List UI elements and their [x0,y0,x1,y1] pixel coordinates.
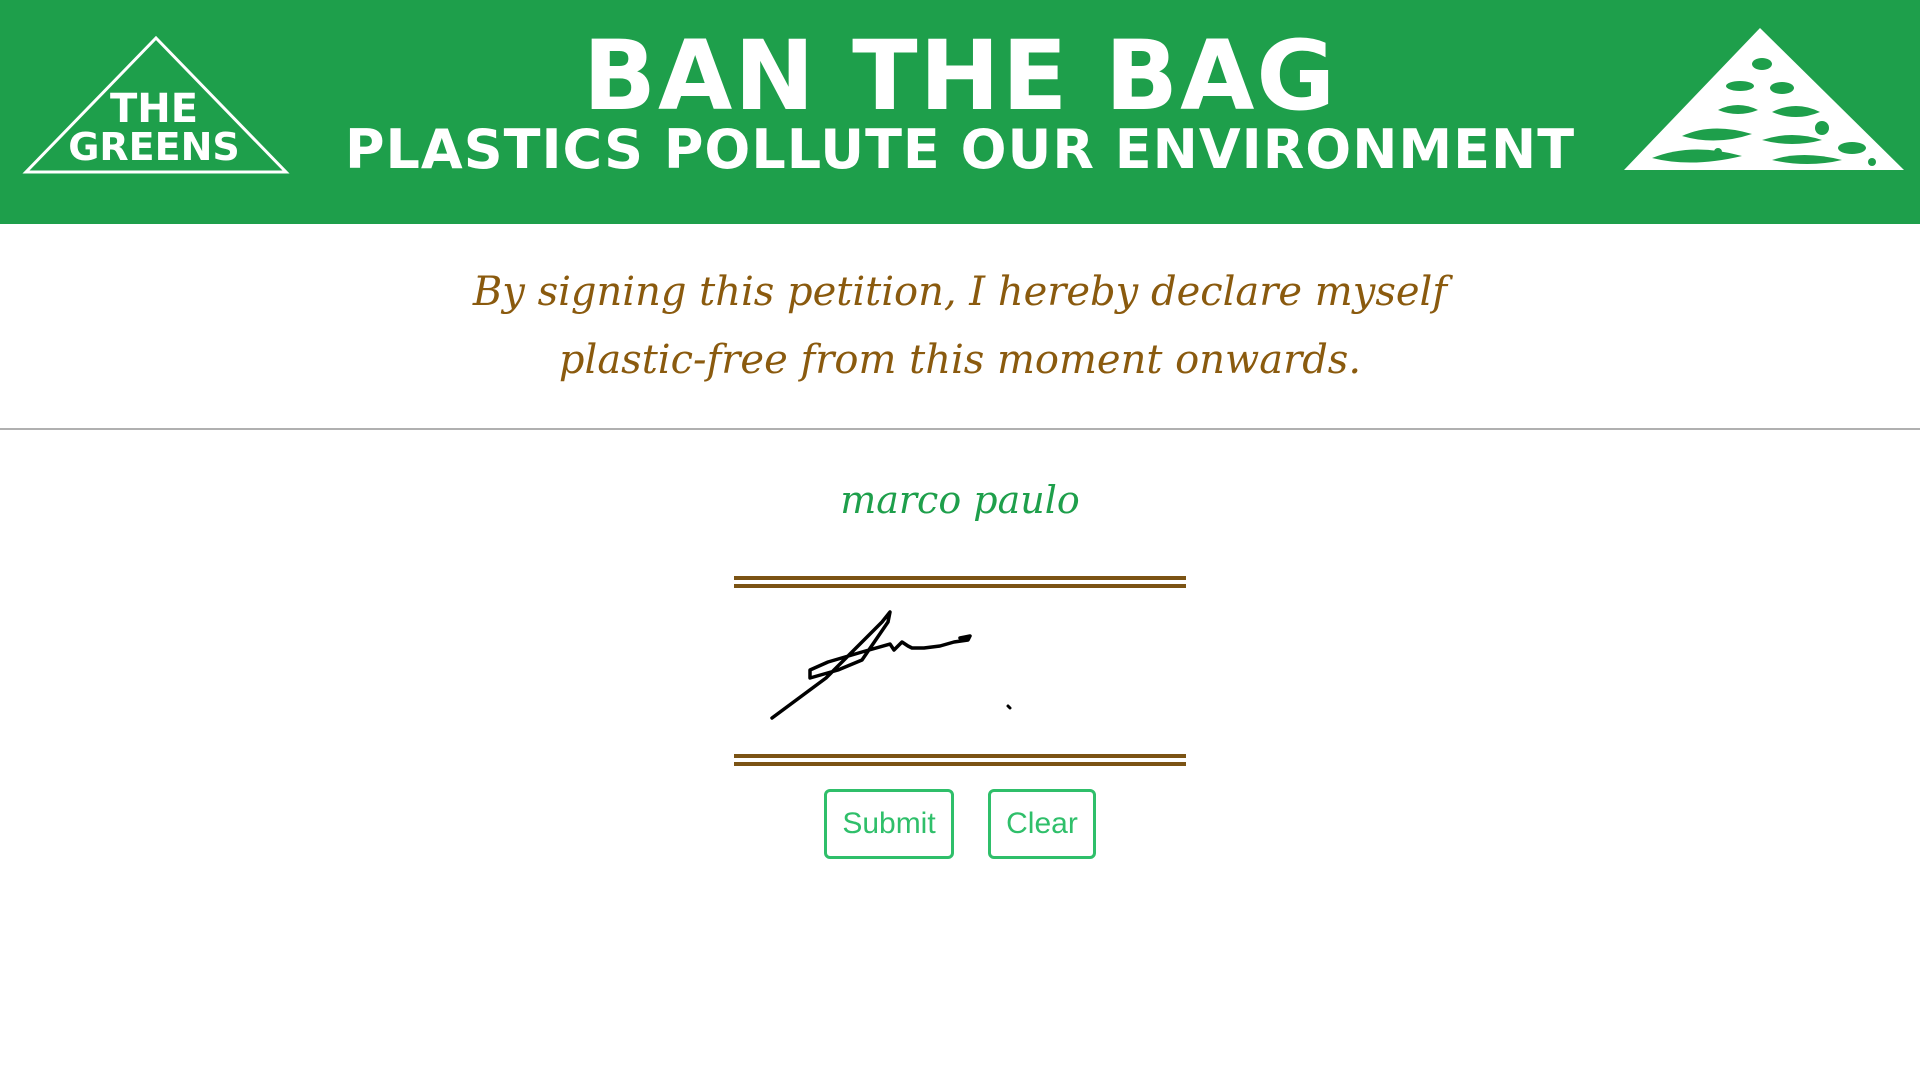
submit-button[interactable]: Submit [824,789,954,859]
signer-name: marco paulo [840,478,1080,522]
greens-logo: THE GREENS [22,36,290,174]
logo-text-greens: GREENS [68,125,240,169]
section-divider [0,428,1920,430]
declaration-line-1: By signing this petition, I hereby decla… [472,269,1448,315]
signature-pad-top-border [734,576,1186,588]
banner-subtitle: PLASTICS POLLUTE OUR ENVIRONMENT [344,118,1576,181]
banner-title: BAN THE BAG [582,20,1338,132]
clear-button[interactable]: Clear [988,789,1096,859]
header-banner: THE GREENS BAN THE BAG PLASTICS POLLUTE … [0,0,1920,224]
signature-dot [1006,704,1012,710]
ocean-animals-triangle-icon [1622,24,1908,174]
petition-declaration: By signing this petition, I hereby decla… [360,258,1560,394]
signature-pad[interactable] [734,590,1186,752]
signature-pad-bottom-border [734,754,1186,766]
signature-stroke [770,610,972,720]
declaration-line-2: plastic-free from this moment onwards. [558,337,1362,383]
